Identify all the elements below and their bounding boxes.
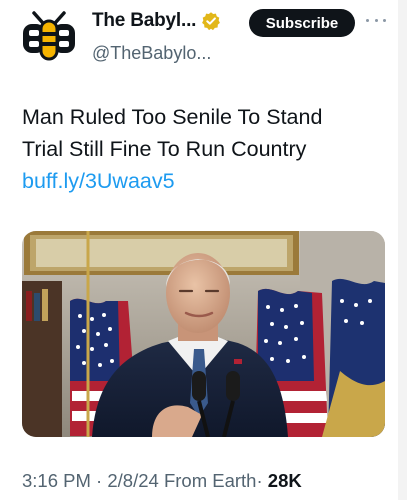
tweet-meta: 3:16 PM · 2/8/24 From Earth· 28K bbox=[22, 470, 302, 492]
subscribe-button[interactable]: Subscribe bbox=[249, 9, 355, 37]
tweet-date[interactable]: 2/8/24 bbox=[107, 470, 158, 491]
display-name[interactable]: The Babyl... bbox=[92, 10, 196, 32]
meta-separator: · bbox=[256, 470, 263, 491]
tweet-text: Man Ruled Too Senile To Stand Trial Stil… bbox=[22, 101, 392, 165]
dot-icon bbox=[366, 18, 369, 22]
photo-illustration bbox=[22, 231, 385, 437]
dot-icon bbox=[374, 18, 378, 22]
tweet-text-line: Man Ruled Too Senile To Stand bbox=[22, 105, 323, 129]
tweet-photo[interactable] bbox=[22, 231, 385, 437]
tweet-time[interactable]: 3:16 PM bbox=[22, 470, 91, 491]
tweet-source: From Earth bbox=[163, 470, 257, 491]
view-count[interactable]: 28K bbox=[268, 470, 302, 491]
tweet-text-line: Trial Still Fine To Run Country bbox=[22, 137, 307, 161]
tweet-link[interactable]: buff.ly/3Uwaav5 bbox=[22, 165, 175, 197]
dot-icon bbox=[383, 18, 386, 22]
gold-verified-badge-icon bbox=[202, 12, 221, 31]
avatar[interactable] bbox=[20, 10, 78, 62]
babylon-bee-logo-icon bbox=[23, 11, 75, 61]
author-name-row[interactable]: The Babyl... bbox=[92, 10, 221, 32]
meta-separator: · bbox=[96, 470, 103, 491]
author-handle[interactable]: @TheBabylo... bbox=[92, 43, 211, 64]
scrollbar-track[interactable] bbox=[398, 0, 407, 500]
more-horizontal-icon[interactable] bbox=[366, 14, 386, 26]
